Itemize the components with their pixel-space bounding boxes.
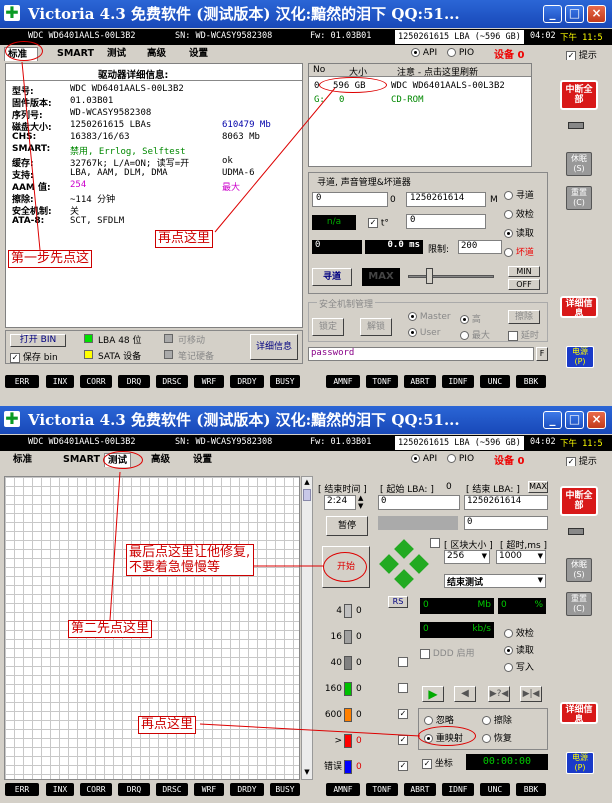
annotation-arrows-2 [109,471,421,737]
victoria-window-test-tab: ✚ Victoria 4.3 免费软件 (测试版本) 汉化:黯然的泪下 QQ:5… [0,406,612,803]
annotation-arrows [21,61,336,251]
victoria-window-standard-tab: ✚ Victoria 4.3 免费软件 (测试版本) 汉化:黯然的泪下 QQ:5… [0,0,612,400]
